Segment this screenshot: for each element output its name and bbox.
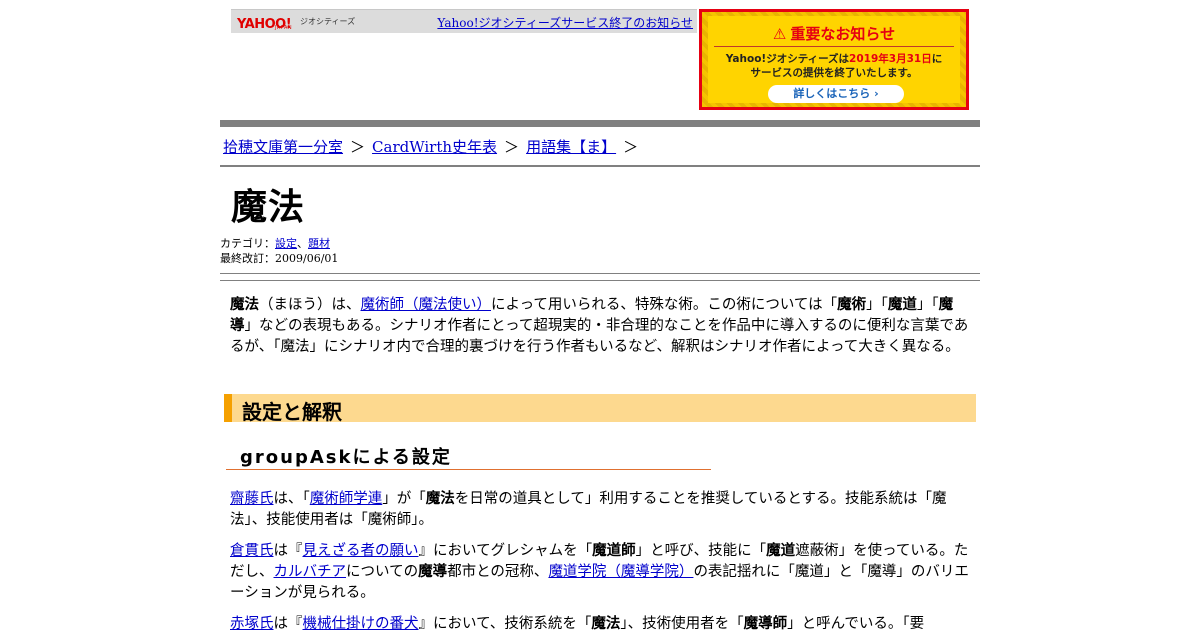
notice-line-1-post: に — [931, 53, 943, 65]
paragraph-term: 魔導 — [418, 564, 448, 580]
category-line: カテゴリ：設定、題材 — [220, 236, 338, 251]
paragraph-term: 魔道 — [766, 543, 796, 559]
intro-paragraph: 魔法（まほう）は、魔術師（魔法使い）によって用いられる、特殊な術。この術について… — [230, 295, 972, 358]
breadcrumb-separator: ＞ — [504, 138, 520, 156]
intro-term: 魔道 — [887, 297, 917, 313]
details-button[interactable]: 詳しくはこちら › — [768, 85, 904, 103]
geocities-header-bar: YAHOO! JAPAN ジオシティーズ Yahoo!ジオシティーズサービス終了… — [231, 9, 697, 33]
paragraph-text: についての — [346, 564, 419, 580]
paragraph-text: 」と呼び、技能に「 — [635, 543, 767, 559]
breadcrumb-item-glossary[interactable]: 用語集【ま】 — [526, 138, 616, 156]
breadcrumb-item-chronology[interactable]: CardWirth史年表 — [372, 138, 497, 156]
paragraph-text: 』においてグレシャムを「 — [418, 543, 593, 559]
page: YAHOO! JAPAN ジオシティーズ Yahoo!ジオシティーズサービス終了… — [0, 0, 1200, 632]
section-heading: 設定と解釈 — [224, 394, 976, 424]
paragraph-text: は『 — [273, 543, 303, 559]
notice-body: Yahoo!ジオシティーズは2019年3月31日に サービスの提供を終了いたしま… — [708, 52, 960, 80]
notice-divider — [714, 46, 954, 47]
link-invisible-wish[interactable]: 見えざる者の願い — [303, 543, 419, 559]
updated-line: 最終改訂：2009/06/01 — [220, 251, 338, 266]
intro-text: によって用いられる、特殊な術。この術については「 — [491, 297, 838, 313]
category-link-settings[interactable]: 設定 — [275, 237, 297, 250]
important-notice-banner[interactable]: ⚠ 重要なお知らせ Yahoo!ジオシティーズは2019年3月31日に サービスの… — [699, 9, 969, 110]
category-label: カテゴリ： — [220, 237, 275, 250]
category-link-theme[interactable]: 題材 — [308, 237, 330, 250]
breadcrumb-separator: ＞ — [350, 138, 366, 156]
intro-text: 」「 — [866, 297, 888, 313]
intro-term: 魔法 — [230, 297, 259, 313]
warning-icon: ⚠ — [772, 25, 787, 43]
geocities-logo-text: ジオシティーズ — [300, 17, 356, 26]
page-title: 魔法 — [231, 187, 306, 228]
paragraph-saito: 齋藤氏は、「魔術師学連」が「魔法を日常の道具として」利用することを推奨していると… — [230, 489, 972, 531]
yahoo-geocities-logo[interactable]: YAHOO! JAPAN ジオシティーズ — [237, 13, 355, 31]
paragraph-text: は、「 — [273, 491, 310, 507]
paragraph-term: 魔道師 — [592, 543, 636, 559]
notice-line-1: Yahoo!ジオシティーズは2019年3月31日に — [708, 52, 960, 66]
notice-line-2: サービスの提供を終了いたします。 — [750, 67, 918, 79]
category-separator: 、 — [297, 237, 308, 250]
breadcrumb: 拾穂文庫第一分室 ＞ CardWirth史年表 ＞ 用語集【ま】 ＞ — [223, 136, 645, 157]
updated-date: 2009/06/01 — [275, 252, 339, 265]
notice-title: ⚠ 重要なお知らせ — [708, 23, 960, 44]
link-magician[interactable]: 魔術師（魔法使い） — [361, 297, 492, 313]
intro-text: 」などの表現もある。シナリオ作者にとって超現実的・非合理的なことを作品中に導入す… — [230, 318, 969, 355]
link-kuranuki[interactable]: 倉貫氏 — [230, 543, 274, 559]
updated-label: 最終改訂： — [220, 252, 275, 265]
paragraph-text: 都市との冠称、 — [447, 564, 549, 580]
paragraph-akatsuka: 赤塚氏は『機械仕掛けの番犬』において、技術系統を「魔法」、技術使用者を「魔導師」… — [230, 614, 972, 635]
paragraph-term: 魔法 — [425, 491, 455, 507]
subsection-heading: groupAskによる設定 — [226, 442, 711, 470]
paragraph-text: 」が「 — [382, 491, 426, 507]
section-heading-text: 設定と解釈 — [242, 400, 342, 424]
link-saito[interactable]: 齋藤氏 — [230, 491, 274, 507]
header-divider — [220, 120, 980, 127]
notice-title-text: 重要なお知らせ — [790, 25, 896, 43]
link-magic-academy[interactable]: 魔道学院（魔導学院） — [548, 564, 693, 580]
intro-text: （まほう）は、 — [259, 297, 361, 313]
intro-text: 」「 — [916, 297, 939, 313]
service-end-notice-link[interactable]: Yahoo!ジオシティーズサービス終了のお知らせ — [437, 14, 693, 31]
intro-term: 魔術 — [837, 297, 867, 313]
meta-divider-bottom — [220, 280, 980, 281]
paragraph-kuranuki: 倉貫氏は『見えざる者の願い』においてグレシャムを「魔道師」と呼び、技能に「魔道遮… — [230, 541, 972, 604]
notice-end-date: 2019年3月31日 — [849, 53, 932, 65]
breadcrumb-item-home[interactable]: 拾穂文庫第一分室 — [223, 138, 343, 156]
link-calvacia[interactable]: カルバチア — [274, 564, 347, 580]
subsection-heading-text: groupAskによる設定 — [240, 447, 452, 468]
japan-logo-text: JAPAN — [275, 25, 293, 31]
notice-panel: ⚠ 重要なお知らせ Yahoo!ジオシティーズは2019年3月31日に サービスの… — [708, 16, 960, 103]
meta-divider-top — [220, 273, 980, 274]
notice-line-1-pre: Yahoo!ジオシティーズは — [725, 53, 850, 65]
breadcrumb-divider — [220, 165, 980, 167]
article-meta: カテゴリ：設定、題材 最終改訂：2009/06/01 — [220, 236, 338, 266]
breadcrumb-separator: ＞ — [623, 138, 639, 156]
link-magic-guild[interactable]: 魔術師学連 — [310, 491, 383, 507]
